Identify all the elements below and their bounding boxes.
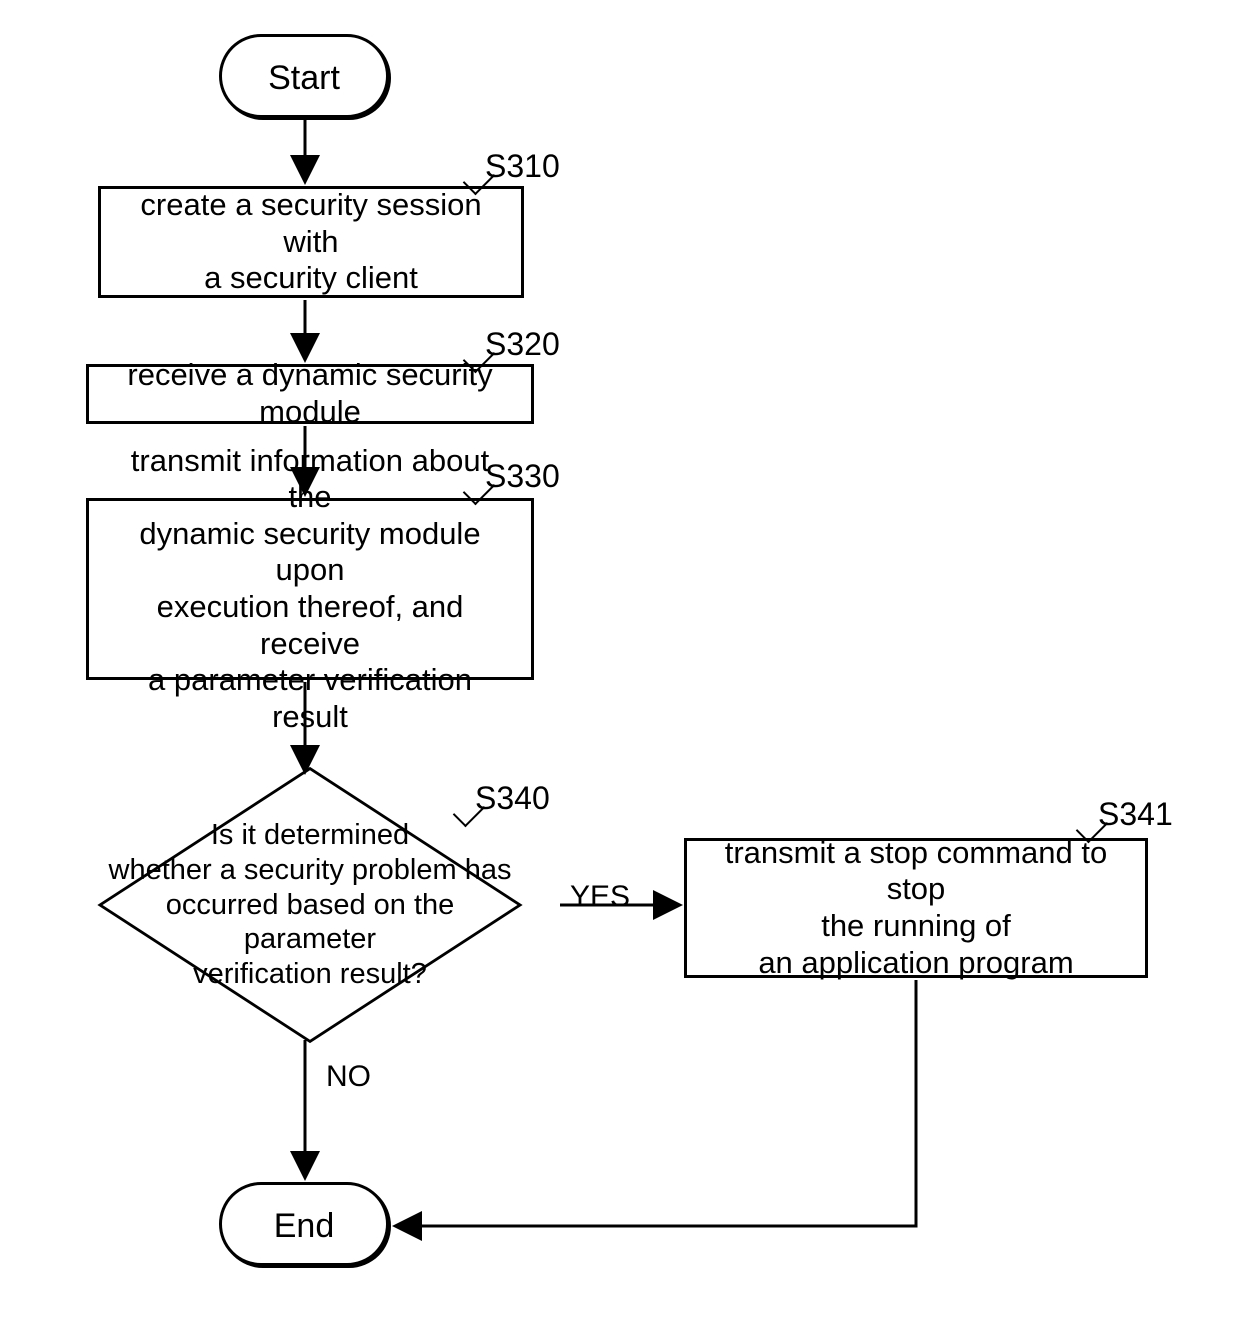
ref-s320: S320 [485, 326, 560, 363]
process-s320-text: receive a dynamic security module [109, 357, 511, 430]
ref-s310: S310 [485, 148, 560, 185]
process-s330-text: transmit information about the dynamic s… [109, 443, 511, 736]
process-s320: receive a dynamic security module [86, 364, 534, 424]
process-s330: transmit information about the dynamic s… [86, 498, 534, 680]
terminator-start-label: Start [268, 59, 340, 97]
edge-yes-label: YES [570, 880, 630, 914]
terminator-end: End [219, 1182, 389, 1266]
decision-s340-text: Is it determined whether a security prob… [100, 818, 520, 992]
ref-s330: S330 [485, 458, 560, 495]
ref-s341: S341 [1098, 796, 1173, 833]
process-s310: create a security session with a securit… [98, 186, 524, 298]
ref-s340: S340 [475, 780, 550, 817]
process-s341-text: transmit a stop command to stop the runn… [707, 835, 1125, 981]
edge-no-label: NO [326, 1060, 371, 1094]
terminator-start: Start [219, 34, 389, 118]
process-s310-text: create a security session with a securit… [121, 187, 501, 297]
process-s341: transmit a stop command to stop the runn… [684, 838, 1148, 978]
flowchart-canvas: Start create a security session with a s… [0, 0, 1240, 1331]
terminator-end-label: End [274, 1207, 335, 1245]
